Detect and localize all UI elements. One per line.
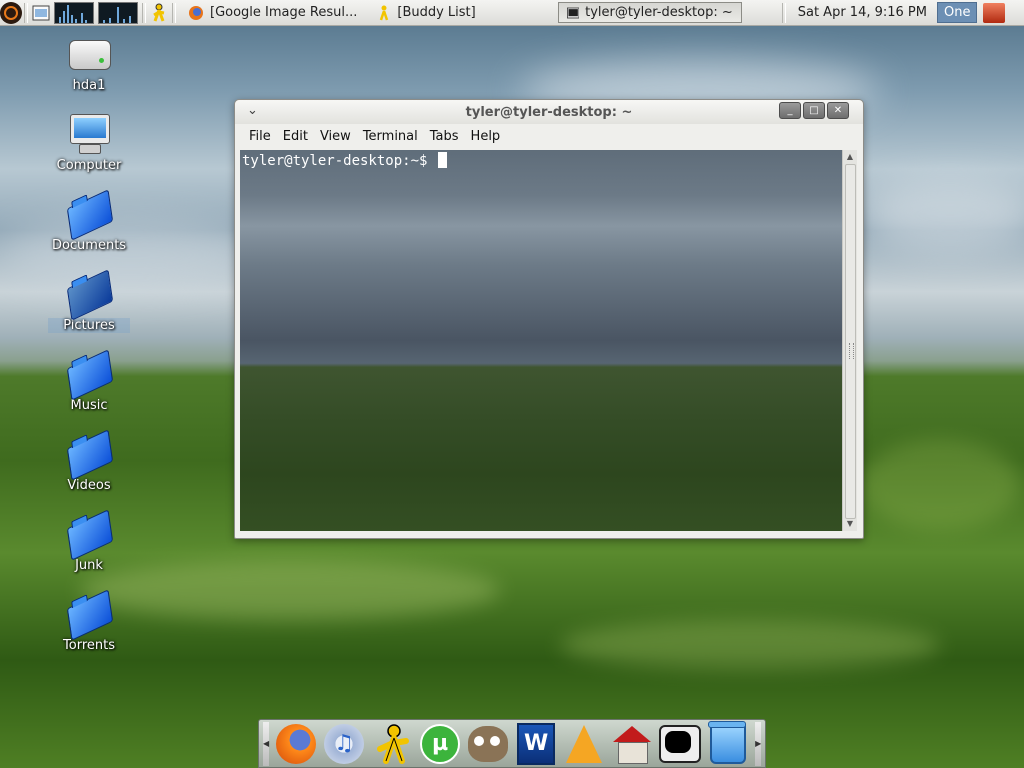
file-manager-launcher-icon[interactable] (30, 3, 52, 23)
terminal-icon (566, 7, 580, 18)
cpu-monitor-graph[interactable] (54, 1, 94, 24)
dock-item-home[interactable] (611, 723, 653, 765)
dock-item-aim[interactable] (371, 723, 413, 765)
music-icon: ♫ (324, 723, 365, 764)
computer-icon (67, 112, 111, 156)
dock-item-music[interactable]: ♫ (323, 723, 365, 765)
dock: ◀ ♫ µ W ▶ (258, 719, 766, 768)
taskbar-item-buddy-list[interactable]: [Buddy List] (369, 2, 483, 23)
desktop-icon-documents[interactable]: Documents (48, 189, 130, 253)
gimp-icon (468, 725, 509, 762)
network-monitor-graph[interactable] (98, 1, 138, 24)
sky-cloud (0, 220, 260, 290)
grass-streak (560, 620, 940, 670)
taskbar-item-label: tyler@tyler-desktop: ~ (585, 5, 733, 20)
terminal-window: ⌄ tyler@tyler-desktop: ~ _ □ ✕ File Edit… (234, 99, 864, 539)
window-titlebar[interactable]: ⌄ tyler@tyler-desktop: ~ _ □ ✕ (235, 100, 863, 124)
top-panel: [Google Image Resul... [Buddy List] tyle… (0, 0, 1024, 26)
firefox-icon (276, 723, 317, 764)
panel-separator (172, 2, 176, 23)
utorrent-icon: µ (420, 723, 461, 764)
dock-item-terminal[interactable] (659, 723, 702, 765)
dock-item-vlc[interactable] (563, 723, 605, 765)
prompt-text: tyler@tyler-desktop:~$ (242, 153, 436, 169)
word-icon: W (517, 722, 556, 765)
folder-icon (66, 189, 114, 241)
dock-item-firefox[interactable] (275, 723, 317, 765)
panel-separator (142, 2, 146, 23)
menu-terminal[interactable]: Terminal (357, 127, 424, 146)
dock-item-utorrent[interactable]: µ (419, 723, 461, 765)
scroll-down-arrow-icon[interactable]: ▼ (843, 517, 857, 531)
firefox-icon (189, 5, 203, 20)
folder-icon (66, 269, 114, 321)
clock[interactable]: Sat Apr 14, 9:16 PM (788, 5, 937, 20)
dock-item-trash[interactable] (707, 720, 749, 765)
desktop-icon-computer[interactable]: Computer (48, 112, 130, 173)
desktop-icon-torrents[interactable]: Torrents (48, 589, 130, 653)
dock-item-gimp[interactable] (467, 723, 509, 765)
panel-separator (24, 2, 28, 23)
menubar: File Edit View Terminal Tabs Help (235, 124, 863, 148)
close-button[interactable]: ✕ (827, 102, 849, 119)
aim-icon (380, 5, 389, 20)
folder-icon (66, 429, 114, 481)
aim-launcher-icon[interactable] (148, 3, 170, 23)
desktop-icon-hda1[interactable]: hda1 (48, 32, 130, 93)
grass-streak (860, 440, 1020, 530)
grip-icon (849, 343, 854, 359)
folder-icon (66, 349, 114, 401)
home-icon (613, 725, 652, 764)
menu-tabs[interactable]: Tabs (424, 127, 465, 146)
vlc-icon (566, 724, 603, 763)
taskbar-item-label: [Buddy List] (397, 5, 476, 20)
window-controls: _ □ ✕ (779, 102, 849, 119)
minimize-button[interactable]: _ (779, 102, 801, 119)
desktop-icon-junk[interactable]: Junk (48, 509, 130, 573)
desktop-icon-label: Junk (75, 558, 103, 573)
dock-right-arrow-icon[interactable]: ▶ (755, 721, 762, 766)
folder-icon (66, 509, 114, 561)
terminal-icon (659, 724, 702, 763)
dock-left-arrow-icon[interactable]: ◀ (263, 721, 270, 766)
folder-icon (66, 589, 114, 641)
terminal-area[interactable]: tyler@tyler-desktop:~$ (240, 150, 842, 531)
maximize-button[interactable]: □ (803, 102, 825, 119)
desktop-icon-videos[interactable]: Videos (48, 429, 130, 493)
text-cursor (437, 152, 447, 168)
grass-streak (80, 560, 500, 620)
aim-icon (377, 723, 410, 764)
scrollbar-thumb[interactable] (845, 164, 856, 519)
menu-help[interactable]: Help (465, 127, 507, 146)
workspace-switcher[interactable]: One (937, 2, 978, 23)
taskbar-item-label: [Google Image Resul... (210, 5, 358, 20)
desktop-icon-label: Videos (67, 478, 111, 493)
desktop-icon-label: Torrents (63, 638, 115, 653)
menu-file[interactable]: File (243, 127, 277, 146)
desktop-icon-pictures[interactable]: Pictures (48, 269, 130, 333)
menu-edit[interactable]: Edit (277, 127, 314, 146)
scroll-up-arrow-icon[interactable]: ▲ (843, 150, 857, 164)
panel-separator (781, 2, 786, 23)
desktop-icon-label: hda1 (72, 78, 106, 93)
menu-view[interactable]: View (314, 127, 357, 146)
desktop-icon-label: Music (70, 398, 108, 413)
desktop-icon-label: Pictures (48, 318, 130, 333)
vertical-scrollbar[interactable]: ▲ ▼ (842, 150, 857, 531)
sky-cloud (860, 180, 1024, 250)
desktop-icon-music[interactable]: Music (48, 349, 130, 413)
desktop-icon-label: Computer (56, 158, 122, 173)
taskbar-item-terminal[interactable]: tyler@tyler-desktop: ~ (557, 2, 742, 23)
window-title: tyler@tyler-desktop: ~ (465, 104, 633, 120)
taskbar-item-firefox[interactable]: [Google Image Resul... (180, 2, 365, 23)
trash-icon (708, 720, 747, 764)
logout-icon[interactable] (983, 2, 1006, 23)
terminal-prompt: tyler@tyler-desktop:~$ (242, 152, 447, 169)
desktop-icon-label: Documents (51, 238, 127, 253)
dock-item-word[interactable]: W (515, 722, 557, 765)
drive-icon (67, 32, 111, 76)
ubuntu-menu-icon[interactable] (0, 1, 22, 24)
